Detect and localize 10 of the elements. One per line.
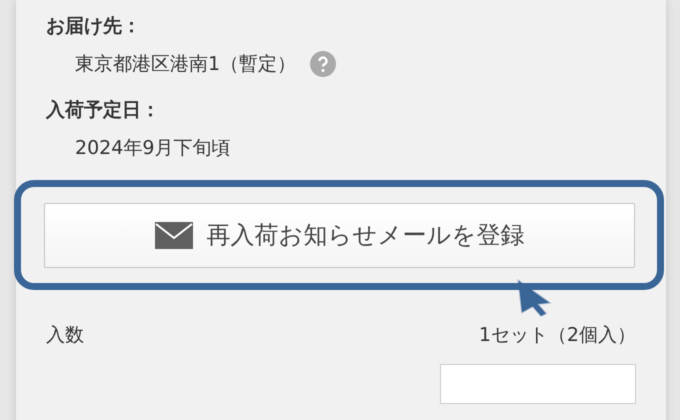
- delivery-label: お届け先：: [45, 14, 142, 39]
- arrival-date: 2024年9月下旬頃: [75, 136, 230, 161]
- quantity-value: 1セット（2個入）: [478, 323, 636, 348]
- delivery-address: 東京都港区港南1（暫定）: [75, 52, 296, 77]
- quantity-label: 入数: [46, 323, 84, 348]
- envelope-icon: [154, 222, 192, 248]
- notify-button[interactable]: 再入荷お知らせメールを登録: [44, 202, 635, 268]
- quantity-field[interactable]: [440, 364, 636, 404]
- help-icon[interactable]: [310, 51, 336, 77]
- arrival-label: 入荷予定日：: [44, 98, 161, 123]
